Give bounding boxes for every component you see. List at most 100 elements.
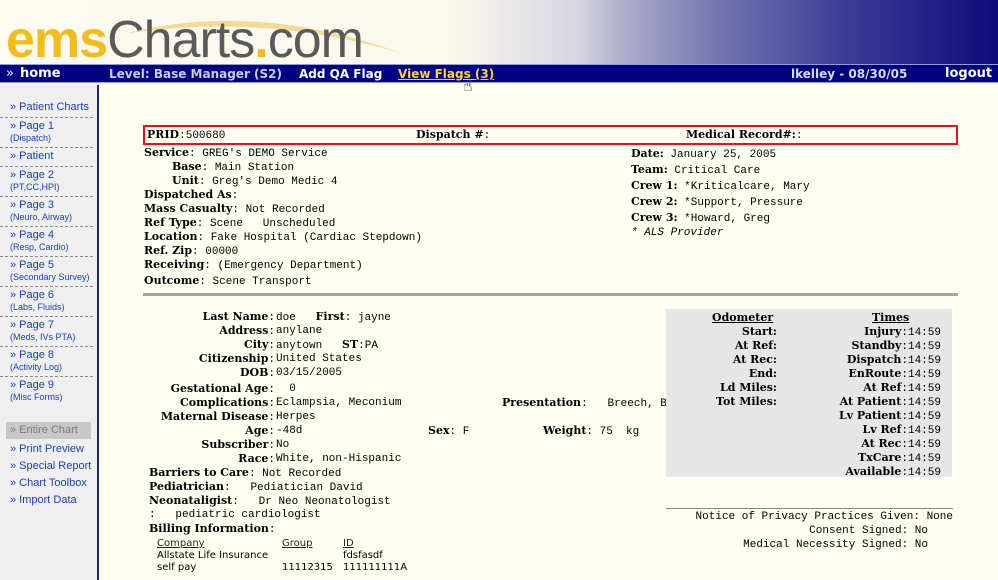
add-qa-flag-link[interactable]: Add QA Flag [299, 66, 382, 82]
times-title: Times [872, 311, 909, 326]
field-label: Address [219, 324, 269, 337]
medical-record-label: Medical Record#: [686, 128, 796, 141]
sidebar-item-sublabel: (Misc Forms) [10, 392, 63, 402]
logo-charts: Charts [107, 11, 255, 69]
crew1-label: Crew 1: [631, 179, 678, 192]
presentation-row: Presentation: Breech, Brow [502, 396, 687, 410]
odometer-row: End: [749, 367, 777, 382]
base-label: Base [172, 160, 202, 173]
field-label: Race [238, 452, 269, 465]
pediatrician-row-value: Pediatician David [250, 482, 363, 494]
sidebar-item-page-8[interactable]: » Page 8 (Activity Log) [0, 347, 93, 377]
times-row: At Ref:14:59 [863, 381, 941, 395]
odometer-row: Start: [742, 325, 777, 340]
pediatrician-row: Pediatrician: Pediatician David [149, 480, 363, 494]
odometer-title: Odometer [712, 311, 773, 326]
field-value: -48d [276, 425, 303, 437]
field-value: Herpes [276, 411, 316, 423]
sidebar-tool-print-preview[interactable]: » Print Preview [0, 441, 97, 458]
odometer-label: Start: [741, 325, 777, 338]
sidebar-item-page-2[interactable]: » Page 2 (PT,CC,HPI) [0, 167, 93, 197]
field-value: White, non-Hispanic [276, 453, 402, 465]
sidebar-pages: » Patient Charts » Page 1 (Dispatch) » Pati… [0, 99, 97, 406]
times-value: 14:59 [907, 467, 941, 479]
top-nav-bar: » home Level: Base Manager (S2) Add QA Fl… [0, 64, 998, 83]
sidebar-item-page-4[interactable]: » Page 4 (Resp, Cardio) [0, 227, 93, 257]
times-value: 14:59 [907, 425, 941, 437]
sidebar-item-page-3[interactable]: » Page 3 (Neuro, Airway) [0, 197, 93, 227]
subscriber-value: No [276, 438, 289, 452]
sidebar-tools: » Entire Chart » Print Preview» Special R… [0, 422, 97, 509]
sidebar-item-page-1[interactable]: » Page 1 (Dispatch) [0, 118, 93, 148]
sidebar-item-label: » Patient [10, 150, 54, 162]
field-value: United States [276, 353, 362, 365]
citizenship-label: Citizenship: [198, 352, 275, 366]
sidebar-tool-import-data[interactable]: » Import Data [0, 492, 97, 509]
odometer-label: At Rec: [732, 353, 777, 366]
user-date: lkelley - 08/30/05 [791, 67, 908, 81]
field-label: Subscriber [201, 438, 269, 451]
sidebar-item-page-7[interactable]: » Page 7 (Meds, IVs PTA) [0, 317, 93, 347]
race-value: White, non-Hispanic [276, 452, 401, 466]
sidebar-tool-special-report[interactable]: » Special Report [0, 458, 97, 475]
times-row: Available:14:59 [845, 465, 941, 479]
sidebar-item-sublabel: (Meds, IVs PTA) [10, 332, 76, 342]
team-value: Critical Care [674, 165, 761, 177]
address-label: Address: [219, 324, 275, 338]
times-label: At Patient [839, 395, 902, 408]
field-value: anytown [276, 340, 323, 352]
times-row: Standby:14:59 [851, 339, 941, 353]
pediatrician-row-label: Pediatrician [149, 480, 225, 493]
dispatched-as-label: Dispatched As [144, 188, 232, 201]
outcome-row: Outcome: Scene Transport [144, 274, 312, 288]
sidebar-item-label: » Page 9 [10, 379, 55, 391]
sidebar: » Patient Charts » Page 1 (Dispatch) » Pati… [0, 85, 99, 580]
home-link[interactable]: » home [6, 66, 61, 82]
logout-link[interactable]: logout [945, 66, 992, 82]
weight-row: Weight: 75 kg [543, 424, 640, 438]
sidebar-item-sublabel: (Dispatch) [10, 133, 52, 143]
unit-row: Unit: Greg's Demo Medic 4 [172, 174, 338, 188]
odometer-row: Ld Miles: [720, 381, 777, 396]
odometer-row: Tot Miles: [716, 395, 777, 410]
times-row: Injury:14:59 [864, 325, 941, 339]
logo-text: emsCharts.com [6, 11, 364, 69]
date-label: Date: [631, 147, 664, 160]
sidebar-item-page-6[interactable]: » Page 6 (Labs, Fluids) [0, 287, 93, 317]
times-value: 14:59 [907, 383, 941, 395]
gestational-age-label: Gestational Age: [170, 382, 275, 396]
logo-ems: ems [6, 11, 108, 69]
record-id-box: PRID:500680 Dispatch #: Medical Record#:… [143, 125, 958, 145]
logo-com: com [267, 11, 364, 69]
header-banner: emsCharts.com [0, 0, 998, 69]
times-value: 14:59 [907, 453, 941, 465]
view-flags-link[interactable]: View Flags (3) [398, 66, 494, 82]
ref-zip-value: 00000 [205, 246, 239, 258]
sidebar-item-page-9[interactable]: » Page 9 (Misc Forms) [0, 377, 93, 406]
service-value: GREG's DEMO Service [202, 148, 328, 160]
sidebar-tool-chart-toolbox[interactable]: » Chart Toolbox [0, 475, 97, 492]
ref-type-row: Ref Type: Scene Unscheduled [144, 216, 336, 230]
base-row: Base: Main Station [172, 160, 295, 174]
double-chevron-icon: » [6, 66, 14, 81]
barriers-row: Barriers to Care: Not Recorded [149, 466, 342, 480]
odometer-label: Ld Miles: [719, 381, 777, 394]
sidebar-item-sublabel: (PT,CC,HPI) [10, 182, 60, 192]
sidebar-item-label: » Page 3 [10, 199, 55, 211]
emscharts-logo[interactable]: emsCharts.com [4, 6, 424, 69]
als-provider-note: * ALS Provider [631, 227, 724, 239]
sidebar-item-sublabel: (Activity Log) [10, 362, 63, 372]
sidebar-item-patient-charts[interactable]: » Patient Charts [0, 99, 93, 118]
sidebar-item-label: » Page 7 [10, 319, 55, 331]
medical-necessity-signed: Medical Necessity Signed: No [743, 539, 928, 551]
location-value: Fake Hospital (Cardiac Stepdown) [210, 232, 422, 244]
field-label: Citizenship [198, 352, 269, 365]
sex-row-label: Sex [428, 424, 450, 437]
odometer-row: At Ref: [735, 339, 777, 354]
section-divider [143, 293, 958, 296]
subscriber-label: Subscriber: [201, 438, 275, 452]
last-name-value: doe First: jayne [276, 310, 391, 324]
sidebar-item-page-5[interactable]: » Page 5 (Secondary Survey) [0, 257, 93, 287]
sidebar-item-patient[interactable]: » Patient [0, 148, 93, 167]
